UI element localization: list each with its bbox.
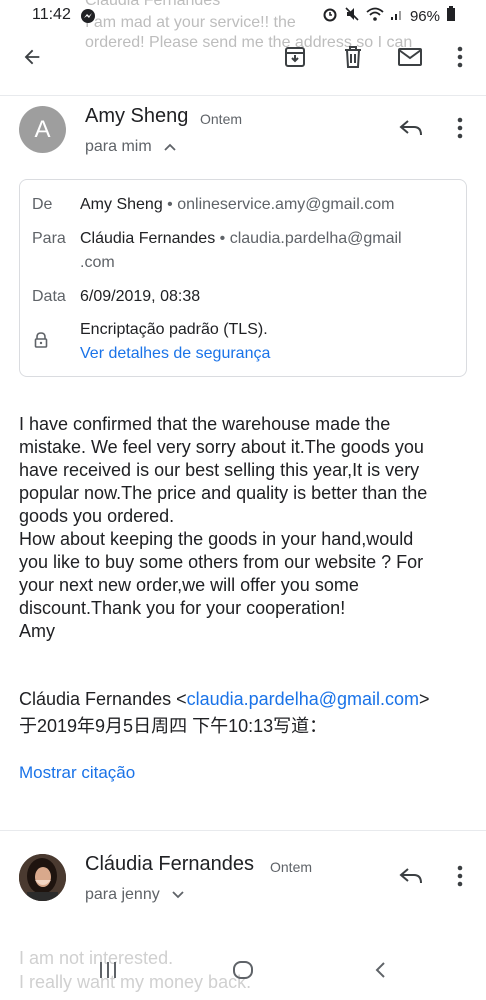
message-body: I have confirmed that the warehouse made… xyxy=(19,413,469,643)
from-value: Amy Sheng • onlineservice.amy@gmail.com xyxy=(80,196,394,214)
quote-date-line: 于2019年9月5日周四 下午10:13写道： xyxy=(19,716,328,736)
quote-attribution: Cláudia Fernandes <claudia.pardelha@gmai… xyxy=(19,689,430,710)
security-text: Encriptação padrão (TLS). xyxy=(80,321,268,338)
recipient-toggle[interactable]: para jenny xyxy=(85,886,184,904)
date-value: 6/09/2019, 08:38 xyxy=(80,288,201,305)
body-line: have received is our best selling this y… xyxy=(19,460,420,480)
reply-button[interactable] xyxy=(396,115,426,145)
recent-apps-button[interactable] xyxy=(93,957,123,987)
sender-name[interactable]: Cláudia Fernandes xyxy=(85,853,254,876)
chevron-left-icon xyxy=(374,961,386,984)
to-name: Cláudia Fernandes xyxy=(80,230,216,247)
back-button[interactable] xyxy=(17,44,47,74)
message-time: Ontem xyxy=(200,111,243,127)
quote-suffix: > xyxy=(419,689,430,709)
mute-icon xyxy=(344,6,360,26)
from-label: De xyxy=(32,196,53,213)
more-vert-icon xyxy=(457,46,463,73)
body-line: you like to buy some others from our web… xyxy=(19,552,424,572)
home-button[interactable] xyxy=(228,957,258,987)
body-line: your next new order,we will offer you so… xyxy=(19,575,359,595)
top-toolbar xyxy=(0,32,486,88)
alarm-icon xyxy=(322,6,338,26)
sender-avatar[interactable]: A xyxy=(19,106,66,153)
mail-icon xyxy=(397,46,423,73)
battery-icon xyxy=(446,6,456,26)
delete-button[interactable] xyxy=(338,44,368,74)
mark-unread-button[interactable] xyxy=(395,44,425,74)
battery-percent: 96% xyxy=(409,7,440,25)
sender-name[interactable]: Amy Sheng xyxy=(85,105,188,128)
message-time: Ontem xyxy=(270,859,313,875)
toolbar-more-button[interactable] xyxy=(445,44,475,74)
status-icons: 96% xyxy=(322,6,456,26)
home-icon xyxy=(232,960,254,985)
reply-button[interactable] xyxy=(396,863,426,893)
recipient-toggle[interactable]: para mim xyxy=(85,138,176,156)
wifi-icon xyxy=(366,6,384,26)
body-line: How about keeping the goods in your hand… xyxy=(19,529,414,549)
avatar-letter: A xyxy=(34,115,51,143)
messenger-icon xyxy=(80,8,96,29)
message-more-button[interactable] xyxy=(445,863,475,893)
sender-avatar-photo[interactable] xyxy=(19,854,66,901)
body-line: popular now.The price and quality is bet… xyxy=(19,483,428,503)
toolbar-divider xyxy=(0,95,486,96)
recipient-label: para jenny xyxy=(85,886,160,904)
signal-icon xyxy=(390,7,404,25)
from-name: Amy Sheng xyxy=(80,196,163,213)
back-nav-button[interactable] xyxy=(365,957,395,987)
more-vert-icon xyxy=(457,865,463,892)
security-details-link[interactable]: Ver detalhes de segurança xyxy=(80,345,270,363)
status-bar: 11:42 96% xyxy=(0,0,486,32)
to-value: Cláudia Fernandes • claudia.pardelha@gma… xyxy=(80,230,402,248)
body-line: Amy xyxy=(19,621,55,641)
quote-prefix: Cláudia Fernandes < xyxy=(19,689,187,709)
message-details-card: De Amy Sheng • onlineservice.amy@gmail.c… xyxy=(19,179,467,377)
trash-icon xyxy=(342,45,364,74)
to-email-continued: .com xyxy=(80,254,115,272)
chevron-up-icon xyxy=(164,138,176,156)
to-email-tail: .com xyxy=(80,254,115,271)
recent-apps-icon xyxy=(98,961,118,984)
archive-icon xyxy=(283,45,307,74)
chevron-down-icon xyxy=(172,886,184,904)
body-line: mistake. We feel very sorry about it.The… xyxy=(19,437,424,457)
status-time: 11:42 xyxy=(32,6,71,23)
date-label: Data xyxy=(32,288,66,305)
body-line: discount.Thank you for your cooperation! xyxy=(19,598,346,618)
message-preview-line-2: I really want my money back. xyxy=(19,972,252,992)
recipient-label: para mim xyxy=(85,138,152,156)
reply-icon xyxy=(399,119,423,142)
show-quote-link[interactable]: Mostrar citação xyxy=(19,763,135,783)
reply-icon xyxy=(399,867,423,890)
body-line: I have confirmed that the warehouse made… xyxy=(19,414,391,434)
archive-button[interactable] xyxy=(280,44,310,74)
to-label: Para xyxy=(32,230,66,247)
arrow-back-icon xyxy=(21,46,43,73)
system-nav-bar: I am not interested. I really want my mo… xyxy=(0,945,486,1000)
from-email: • onlineservice.amy@gmail.com xyxy=(167,196,395,213)
message-more-button[interactable] xyxy=(445,115,475,145)
message-divider xyxy=(0,830,486,831)
more-vert-icon xyxy=(457,117,463,144)
quote-email-link[interactable]: claudia.pardelha@gmail.com xyxy=(187,689,419,709)
body-line: goods you ordered. xyxy=(19,506,175,526)
lock-icon xyxy=(34,332,48,353)
to-email: • claudia.pardelha@gmail xyxy=(219,230,402,247)
